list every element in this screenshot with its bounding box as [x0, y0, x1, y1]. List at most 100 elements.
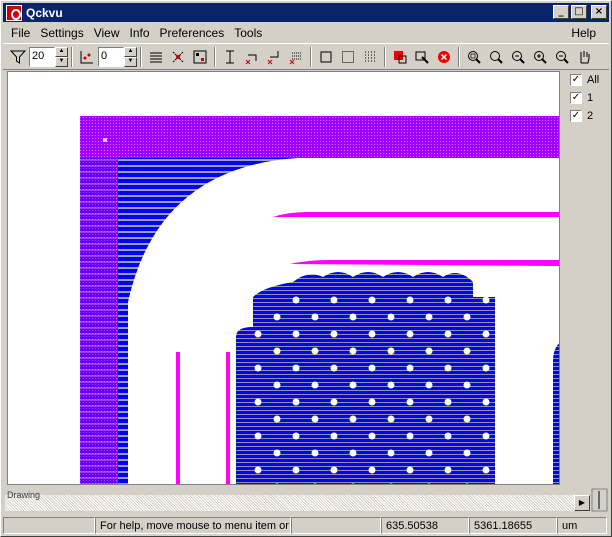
filter-up-arrow[interactable]: ▲	[55, 46, 68, 57]
via-dot	[444, 296, 452, 304]
layer-2-checkbox[interactable]: ✓	[570, 110, 582, 122]
close-button[interactable]: ×	[591, 5, 607, 19]
level-up-arrow[interactable]: ▲	[124, 46, 137, 57]
via-dot	[482, 466, 490, 474]
magenta-vertical-2	[226, 352, 230, 484]
via-dot	[311, 347, 319, 355]
zoom-in-icon[interactable]	[529, 46, 551, 68]
via-dot	[444, 466, 452, 474]
via-dot	[368, 432, 376, 440]
menu-tools[interactable]: Tools	[229, 26, 267, 40]
via-dot	[254, 330, 262, 338]
dashed-box-icon[interactable]	[337, 46, 359, 68]
box-icon[interactable]	[315, 46, 337, 68]
via-dot	[387, 415, 395, 423]
via-dot	[292, 466, 300, 474]
via-dot	[273, 313, 281, 321]
magenta-vertical-1	[176, 352, 180, 484]
title-bar[interactable]: Qckvu _ □ ×	[3, 3, 609, 22]
grid-dots-icon[interactable]	[359, 46, 381, 68]
layer-1-row[interactable]: ✓ 1	[562, 89, 609, 107]
zoom-fit-icon[interactable]	[485, 46, 507, 68]
menu-preferences[interactable]: Preferences	[155, 26, 230, 40]
via-dot	[254, 432, 262, 440]
level-spinner[interactable]: 0 ▲ ▼	[98, 46, 137, 67]
level-down-arrow[interactable]: ▼	[124, 56, 137, 67]
grid-select-icon[interactable]	[189, 46, 211, 68]
via-dot	[368, 364, 376, 372]
via-dot	[292, 330, 300, 338]
stop-icon[interactable]	[433, 46, 455, 68]
via-dot	[387, 347, 395, 355]
via-dot	[463, 347, 471, 355]
menu-settings[interactable]: Settings	[35, 26, 88, 40]
minimize-button[interactable]: _	[553, 5, 569, 19]
dots-delete-icon[interactable]	[285, 46, 307, 68]
via-dot	[482, 330, 490, 338]
drawing-canvas[interactable]	[7, 71, 560, 485]
resize-grip[interactable]	[590, 487, 609, 513]
level-input[interactable]: 0	[98, 46, 124, 67]
menu-help[interactable]: Help	[566, 26, 601, 40]
via-dot	[406, 364, 414, 372]
via-dot	[463, 415, 471, 423]
layer-panel: ✓ All ✓ 1 ✓ 2	[562, 71, 609, 485]
status-empty-panel-2	[291, 516, 381, 534]
layer-all-row[interactable]: ✓ All	[562, 71, 609, 89]
zoom-previous-icon[interactable]	[507, 46, 529, 68]
via-dot	[463, 449, 471, 457]
via-dot	[425, 415, 433, 423]
via-dot	[311, 313, 319, 321]
via-dot	[425, 347, 433, 355]
magenta-strip-2	[290, 260, 559, 266]
maximize-button[interactable]: □	[571, 5, 587, 19]
level-icon[interactable]	[76, 46, 98, 68]
via-dot	[444, 432, 452, 440]
via-dot	[406, 398, 414, 406]
fill-color-icon[interactable]	[389, 46, 411, 68]
zoom-box-icon[interactable]	[463, 46, 485, 68]
filter-down-arrow[interactable]: ▼	[55, 56, 68, 67]
via-dot	[273, 449, 281, 457]
layers-icon[interactable]	[145, 46, 167, 68]
via-dot	[254, 364, 262, 372]
via-dot	[368, 466, 376, 474]
menu-file[interactable]: File	[3, 26, 35, 40]
via-dot	[330, 398, 338, 406]
app-icon[interactable]	[6, 4, 22, 21]
status-x-coord: 635.50538	[381, 516, 469, 534]
via-dot	[330, 330, 338, 338]
corner-add-icon[interactable]	[263, 46, 285, 68]
via-dot	[406, 466, 414, 474]
via-dot	[330, 364, 338, 372]
scroll-right-arrow[interactable]: ▶	[574, 495, 590, 511]
via-dot	[406, 330, 414, 338]
layer-all-checkbox[interactable]: ✓	[570, 74, 582, 86]
edit-pencil-icon[interactable]	[411, 46, 433, 68]
status-bar: For help, move mouse to menu item or to …	[3, 516, 609, 534]
via-dot	[330, 466, 338, 474]
via-dot	[311, 449, 319, 457]
points-icon[interactable]	[167, 46, 189, 68]
layer-2-row[interactable]: ✓ 2	[562, 107, 609, 125]
via-dot	[254, 398, 262, 406]
horizontal-scrollbar[interactable]: ▶	[5, 495, 590, 511]
filter-icon[interactable]	[7, 46, 29, 68]
layer-1-checkbox[interactable]: ✓	[570, 92, 582, 104]
via-dot	[368, 398, 376, 406]
filter-spinner[interactable]: 20 ▲ ▼	[29, 46, 68, 67]
pan-hand-icon[interactable]	[573, 46, 595, 68]
menu-view[interactable]: View	[89, 26, 125, 40]
menu-info[interactable]: Info	[125, 26, 155, 40]
via-dot	[425, 381, 433, 389]
filter-input[interactable]: 20	[29, 46, 55, 67]
corner-delete-icon[interactable]	[241, 46, 263, 68]
scroll-track[interactable]	[5, 495, 575, 511]
via-dot	[273, 347, 281, 355]
status-empty-panel	[3, 516, 95, 534]
zoom-out-icon[interactable]	[551, 46, 573, 68]
toolbar: 20 ▲ ▼ 0 ▲ ▼	[3, 43, 609, 70]
via-dot	[482, 432, 490, 440]
menu-bar: File Settings View Info Preferences Tool…	[3, 23, 609, 42]
text-cursor-icon[interactable]	[219, 46, 241, 68]
